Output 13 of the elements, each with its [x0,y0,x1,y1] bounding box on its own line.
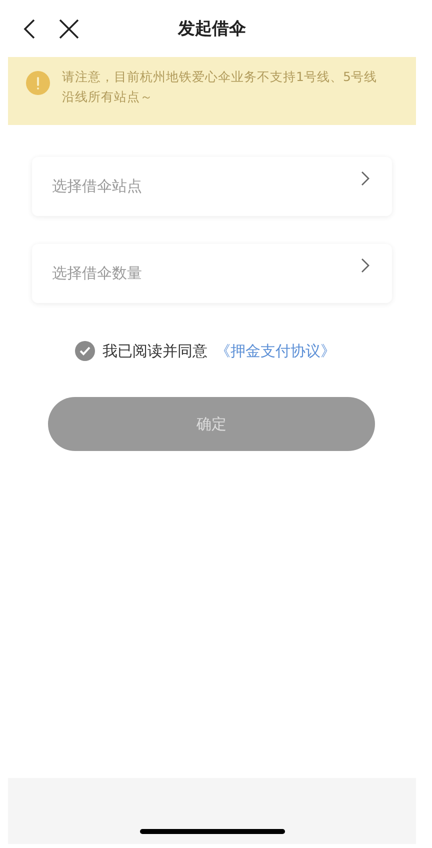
agreement-text: 我已阅读并同意 [102,342,208,360]
agree-checkbox[interactable] [74,341,94,361]
select-field[interactable]: 选择借伞站点 [32,157,392,216]
checkmark-icon [78,346,90,356]
warning-icon [26,71,50,95]
page-title: 发起借伞 [178,19,246,39]
close-icon[interactable] [58,18,80,40]
notice-text: 请注意，目前杭州地铁爱心伞业务不支持1号线、5号线沿线所有站点～ [62,68,378,106]
chevron-right-icon [361,258,370,273]
select-field[interactable]: 选择借伞数量 [32,244,392,303]
back-icon[interactable] [22,18,36,40]
chevron-right-icon [361,171,370,186]
agreement-link[interactable]: 《押金支付协议》 [216,342,336,360]
